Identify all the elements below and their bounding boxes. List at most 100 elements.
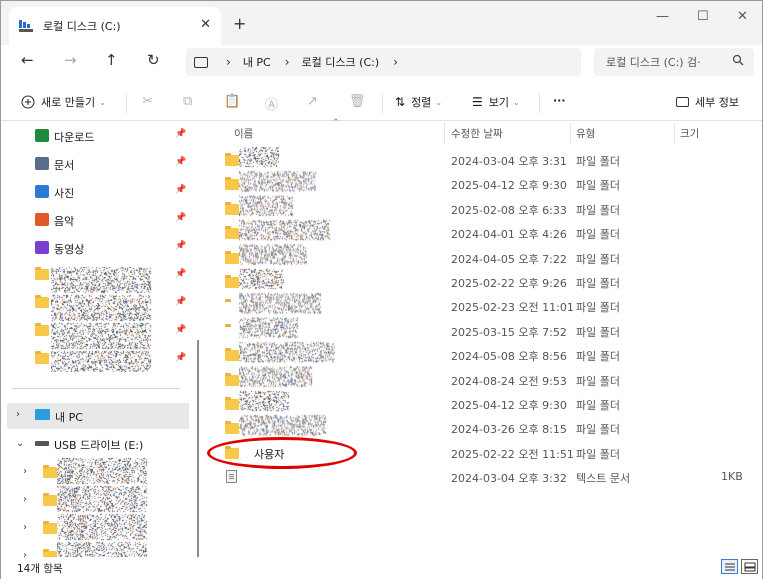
paste-icon[interactable]: 📋 [224,94,240,109]
close-window-button[interactable]: ✕ [737,9,748,24]
address-bar[interactable]: › 내 PC › 로컬 디스크 (C:) › [186,48,581,76]
details-pane-button[interactable]: 세부 정보 [676,94,739,110]
maximize-button[interactable]: ☐ [697,9,709,24]
usb-drive-icon [35,441,49,446]
chevron-right-icon[interactable]: › [23,550,27,557]
delete-icon[interactable]: 🗑 [349,94,366,109]
column-divider[interactable] [674,122,675,144]
sidebar-item-document[interactable]: 문서 📌 [1,150,191,178]
file-date: 2024-03-04 오후 3:31 [451,155,567,168]
tab-close-icon[interactable]: ✕ [200,17,211,32]
highlight-oval [207,437,357,469]
new-button[interactable]: 새로 만들기 ⌄ [21,94,106,110]
column-divider[interactable] [570,122,571,144]
pin-icon[interactable]: 📌 [175,213,186,223]
new-button-label: 새로 만들기 [41,96,96,109]
chevron-right-icon[interactable]: › [23,522,27,533]
sidebar-item-label: 동영상 [54,243,85,256]
redacted-file-names [239,147,349,447]
large-icons-view-button[interactable] [741,559,758,574]
folder-icon [225,348,239,362]
column-divider[interactable] [444,122,445,144]
sort-button[interactable]: ⇅ 정렬 ⌄ [395,94,442,110]
chevron-down-icon[interactable]: ⌄ [16,438,24,449]
cut-icon[interactable]: ✂ [142,94,153,109]
column-header-date[interactable]: 수정한 날짜 [451,126,503,141]
view-list-icon: ☰ [472,95,483,109]
file-date: 2024-03-04 오후 3:32 [451,472,567,486]
pin-icon[interactable]: 📌 [175,353,186,363]
pin-icon[interactable]: 📌 [175,129,186,139]
file-type: 파일 폴더 [576,155,620,168]
back-button[interactable]: ← [21,51,34,69]
chevron-right-icon[interactable]: › [23,466,27,477]
rename-icon[interactable]: Ⓐ [265,94,278,113]
plus-circle-icon [21,95,35,109]
pin-icon[interactable]: 📌 [175,241,186,251]
sidebar-item-pictures[interactable]: 사진 📌 [1,178,191,206]
pin-icon[interactable]: 📌 [175,157,186,167]
text-file-icon [226,470,237,484]
sidebar-this-pc-label: 내 PC [55,411,83,424]
minimize-button[interactable]: — [656,9,669,24]
breadcrumb-separator-icon[interactable]: › [393,55,398,69]
breadcrumb-this-pc[interactable]: 내 PC [243,54,271,70]
music-icon [35,213,49,226]
video-icon [35,241,49,254]
folder-icon [35,295,49,310]
details-view-icon [725,563,735,571]
item-count: 14개 항목 [17,563,63,575]
drive-tab-icon [19,20,33,32]
chevron-right-icon[interactable]: › [23,494,27,505]
search-input[interactable]: 로컬 디스크 (C:) 검· [594,48,754,76]
status-bar: 14개 항목 [1,557,762,579]
forward-button[interactable]: → [64,51,77,69]
folder-icon [35,267,49,282]
pin-icon[interactable]: 📌 [175,325,186,335]
nav-divider [11,388,181,389]
pin-icon[interactable]: 📌 [175,297,186,307]
sidebar-item-music[interactable]: 음악 📌 [1,206,191,234]
up-button[interactable]: ↑ [105,51,118,69]
view-button[interactable]: ☰ 보기 ⌄ [472,94,520,110]
column-header-size[interactable]: 크기 [680,126,699,141]
sidebar-item-label: 사진 [54,187,75,200]
sort-ascending-icon: ⌃ [332,118,340,128]
file-type: 파일 폴더 [576,179,620,193]
refresh-button[interactable]: ↻ [147,51,160,69]
view-button-label: 보기 [488,96,510,109]
folder-icon [225,226,239,240]
share-icon[interactable]: ↗ [307,94,318,109]
column-header-type[interactable]: 유형 [576,126,595,141]
tab-local-disk[interactable]: 로컬 디스크 (C:) ✕ [9,7,221,45]
file-type: 파일 폴더 [576,374,620,388]
pin-icon[interactable]: 📌 [175,269,186,279]
sidebar-item-video[interactable]: 동영상 📌 [1,234,191,262]
file-type: 파일 폴더 [576,252,620,266]
folder-icon [225,177,239,191]
file-type: 파일 폴더 [576,325,620,339]
file-date: 2025-02-08 오후 6:33 [451,203,567,217]
search-placeholder: 로컬 디스크 (C:) 검· [606,56,701,69]
tiles-view-icon [744,562,756,572]
more-options-button[interactable]: ··· [553,94,566,107]
sidebar-item-this-pc[interactable]: › 내 PC [7,403,189,429]
column-header-name[interactable]: 이름 [234,126,253,141]
pin-icon[interactable]: 📌 [175,185,186,195]
toolbar-divider [382,93,383,113]
chevron-right-icon[interactable]: › [16,409,20,420]
sidebar-item-label: 문서 [54,159,75,172]
new-tab-button[interactable]: + [233,14,246,33]
file-type: 파일 폴더 [576,350,620,364]
breadcrumb-local-disk[interactable]: 로컬 디스크 (C:) [302,54,380,70]
folder-icon [225,397,239,410]
file-type: 파일 폴더 [576,203,620,217]
sidebar-item-download[interactable]: 다운로드 📌 [1,122,191,150]
sidebar-item-usb-drive[interactable]: ⌄ USB 드라이브 (E:) [7,430,197,458]
navigation-scrollbar[interactable] [197,340,199,557]
toolbar-divider [126,93,127,113]
details-view-button[interactable] [721,559,738,574]
copy-icon[interactable]: ⧉ [183,94,192,109]
file-date: 2025-04-12 오후 9:30 [451,179,567,193]
chevron-down-icon: ⌄ [435,97,443,107]
